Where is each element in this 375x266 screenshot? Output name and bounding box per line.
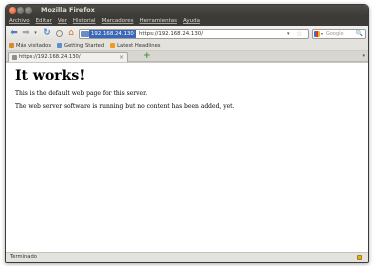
- back-arrow-icon[interactable]: ⬅: [9, 29, 19, 38]
- close-window-button[interactable]: [9, 7, 16, 14]
- bookmark-most-visited[interactable]: Más visitados: [9, 42, 51, 50]
- page-paragraph: This is the default web page for this se…: [15, 90, 148, 97]
- bookmark-label: Más visitados: [16, 42, 52, 49]
- menu-historial[interactable]: Historial: [73, 17, 96, 25]
- home-icon[interactable]: ⌂: [66, 29, 76, 38]
- bookmarks-toolbar: Más visitados Getting Started Latest Hea…: [6, 41, 368, 51]
- menu-editar[interactable]: Editar: [36, 17, 52, 25]
- tab-label: https://192.168.24.130/: [19, 54, 81, 60]
- url-text[interactable]: https://192.168.24.130/: [139, 30, 203, 38]
- menu-herramientas[interactable]: Herramientas: [140, 17, 177, 25]
- tab-list-dropdown-icon[interactable]: ▾: [362, 52, 365, 61]
- google-icon[interactable]: [314, 31, 320, 37]
- search-input[interactable]: Google: [326, 30, 344, 38]
- menu-bar: Archivo Editar Ver Historial Marcadores …: [6, 16, 368, 26]
- url-history-dropdown-icon[interactable]: ▾: [287, 30, 290, 38]
- bookmark-getting-started[interactable]: Getting Started: [57, 42, 104, 50]
- firefox-page-icon: [57, 43, 63, 48]
- history-dropdown-icon[interactable]: ▾: [33, 29, 38, 38]
- page-paragraph: The web server software is running but n…: [15, 103, 235, 110]
- menu-archivo[interactable]: Archivo: [9, 17, 30, 25]
- page-content: It works! This is the default web page f…: [6, 62, 368, 254]
- url-bar[interactable]: 192.168.24.130 https://192.168.24.130/ ▾…: [79, 29, 309, 39]
- forward-arrow-icon[interactable]: ➡: [21, 29, 31, 38]
- search-engine-dropdown-icon[interactable]: ▾: [321, 30, 323, 38]
- tab-close-icon[interactable]: ×: [119, 53, 124, 62]
- menu-marcadores[interactable]: Marcadores: [102, 17, 134, 25]
- status-bar: Terminado: [6, 252, 368, 262]
- bookmark-star-icon[interactable]: ☆: [296, 30, 302, 38]
- tab-active[interactable]: https://192.168.24.130/ ×: [8, 52, 128, 62]
- new-tab-plus-icon[interactable]: +: [143, 52, 151, 61]
- navigation-toolbar: ⬅ ➡ ▾ ↻ ⌂ 192.168.24.130 https://192.168…: [6, 26, 368, 41]
- folder-icon: [9, 43, 14, 48]
- tab-strip: https://192.168.24.130/ × + ▾: [6, 51, 368, 62]
- page-icon: [12, 55, 17, 60]
- window-title: Mozilla Firefox: [41, 6, 95, 14]
- menu-ayuda[interactable]: Ayuda: [183, 17, 200, 25]
- addon-bar-icon[interactable]: [357, 255, 362, 260]
- page-heading: It works!: [15, 68, 86, 84]
- title-bar: Mozilla Firefox: [6, 5, 368, 16]
- url-host-selection[interactable]: 192.168.24.130: [89, 30, 136, 38]
- minimize-window-button[interactable]: [17, 7, 24, 14]
- maximize-window-button[interactable]: [25, 7, 32, 14]
- bookmark-label: Latest Headlines: [117, 42, 161, 49]
- rss-feed-icon: [110, 43, 116, 48]
- bookmark-latest-headlines[interactable]: Latest Headlines: [110, 42, 160, 50]
- browser-window: Mozilla Firefox Archivo Editar Ver Histo…: [5, 4, 369, 263]
- menu-ver[interactable]: Ver: [58, 17, 67, 25]
- bookmark-label: Getting Started: [64, 42, 105, 49]
- site-identity-icon[interactable]: [81, 31, 89, 37]
- search-icon[interactable]: 🔍: [356, 30, 363, 38]
- search-bar[interactable]: ▾ Google 🔍: [312, 29, 366, 39]
- stop-icon[interactable]: [56, 30, 63, 37]
- reload-icon[interactable]: ↻: [42, 29, 52, 38]
- status-text: Terminado: [10, 254, 37, 260]
